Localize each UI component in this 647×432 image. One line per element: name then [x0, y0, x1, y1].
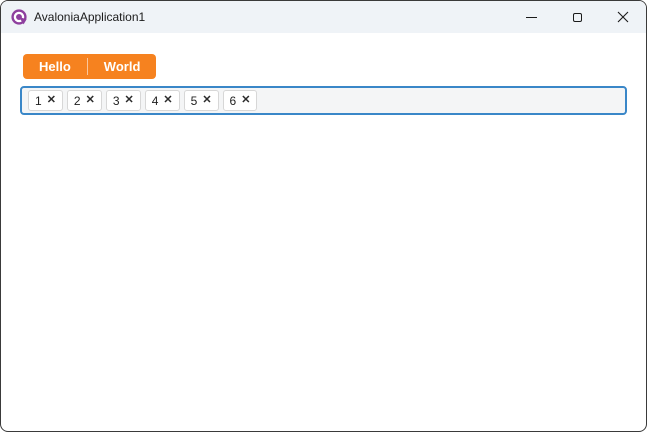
maximize-button[interactable] — [554, 1, 600, 33]
chip-label: 1 — [35, 93, 42, 108]
avalonia-logo-icon — [11, 9, 27, 25]
chip[interactable]: 2 ✕ — [66, 90, 102, 111]
chip-label: 5 — [190, 93, 198, 108]
chip-label: 6 — [229, 93, 237, 108]
main-content: Hello World 1 ✕ 2 ✕ 3 ✕ 4 ✕ 5 ✕ 6 ✕ — [1, 33, 646, 115]
hello-button[interactable]: Hello — [23, 54, 87, 79]
chip[interactable]: 6 ✕ — [222, 90, 258, 111]
world-button[interactable]: World — [88, 54, 157, 79]
maximize-icon — [572, 12, 582, 22]
caption-buttons — [508, 1, 646, 33]
chip-label: 2 — [73, 93, 81, 108]
chip[interactable]: 4 ✕ — [144, 90, 180, 111]
hello-world-split-button: Hello World — [23, 54, 157, 79]
chip-remove-icon[interactable]: ✕ — [47, 95, 56, 106]
chip-label: 4 — [151, 93, 159, 108]
chip-remove-icon[interactable]: ✕ — [163, 95, 172, 106]
chip[interactable]: 5 ✕ — [183, 90, 219, 111]
minimize-icon — [525, 16, 537, 18]
chip-remove-icon[interactable]: ✕ — [86, 95, 95, 106]
chip-label: 3 — [112, 93, 120, 108]
minimize-button[interactable] — [508, 1, 554, 33]
chip[interactable]: 3 ✕ — [105, 90, 141, 111]
close-button[interactable] — [600, 1, 646, 33]
tags-input[interactable]: 1 ✕ 2 ✕ 3 ✕ 4 ✕ 5 ✕ 6 ✕ — [20, 86, 627, 115]
chip-remove-icon[interactable]: ✕ — [241, 95, 250, 106]
chip-remove-icon[interactable]: ✕ — [202, 95, 211, 106]
window-title: AvaloniaApplication1 — [34, 10, 146, 24]
chip-remove-icon[interactable]: ✕ — [125, 95, 134, 106]
app-window: AvaloniaApplication1 Hello World 1 ✕ 2 ✕… — [0, 0, 647, 432]
close-icon — [617, 11, 629, 23]
title-bar[interactable]: AvaloniaApplication1 — [1, 1, 646, 33]
chip[interactable]: 1 ✕ — [28, 90, 63, 111]
